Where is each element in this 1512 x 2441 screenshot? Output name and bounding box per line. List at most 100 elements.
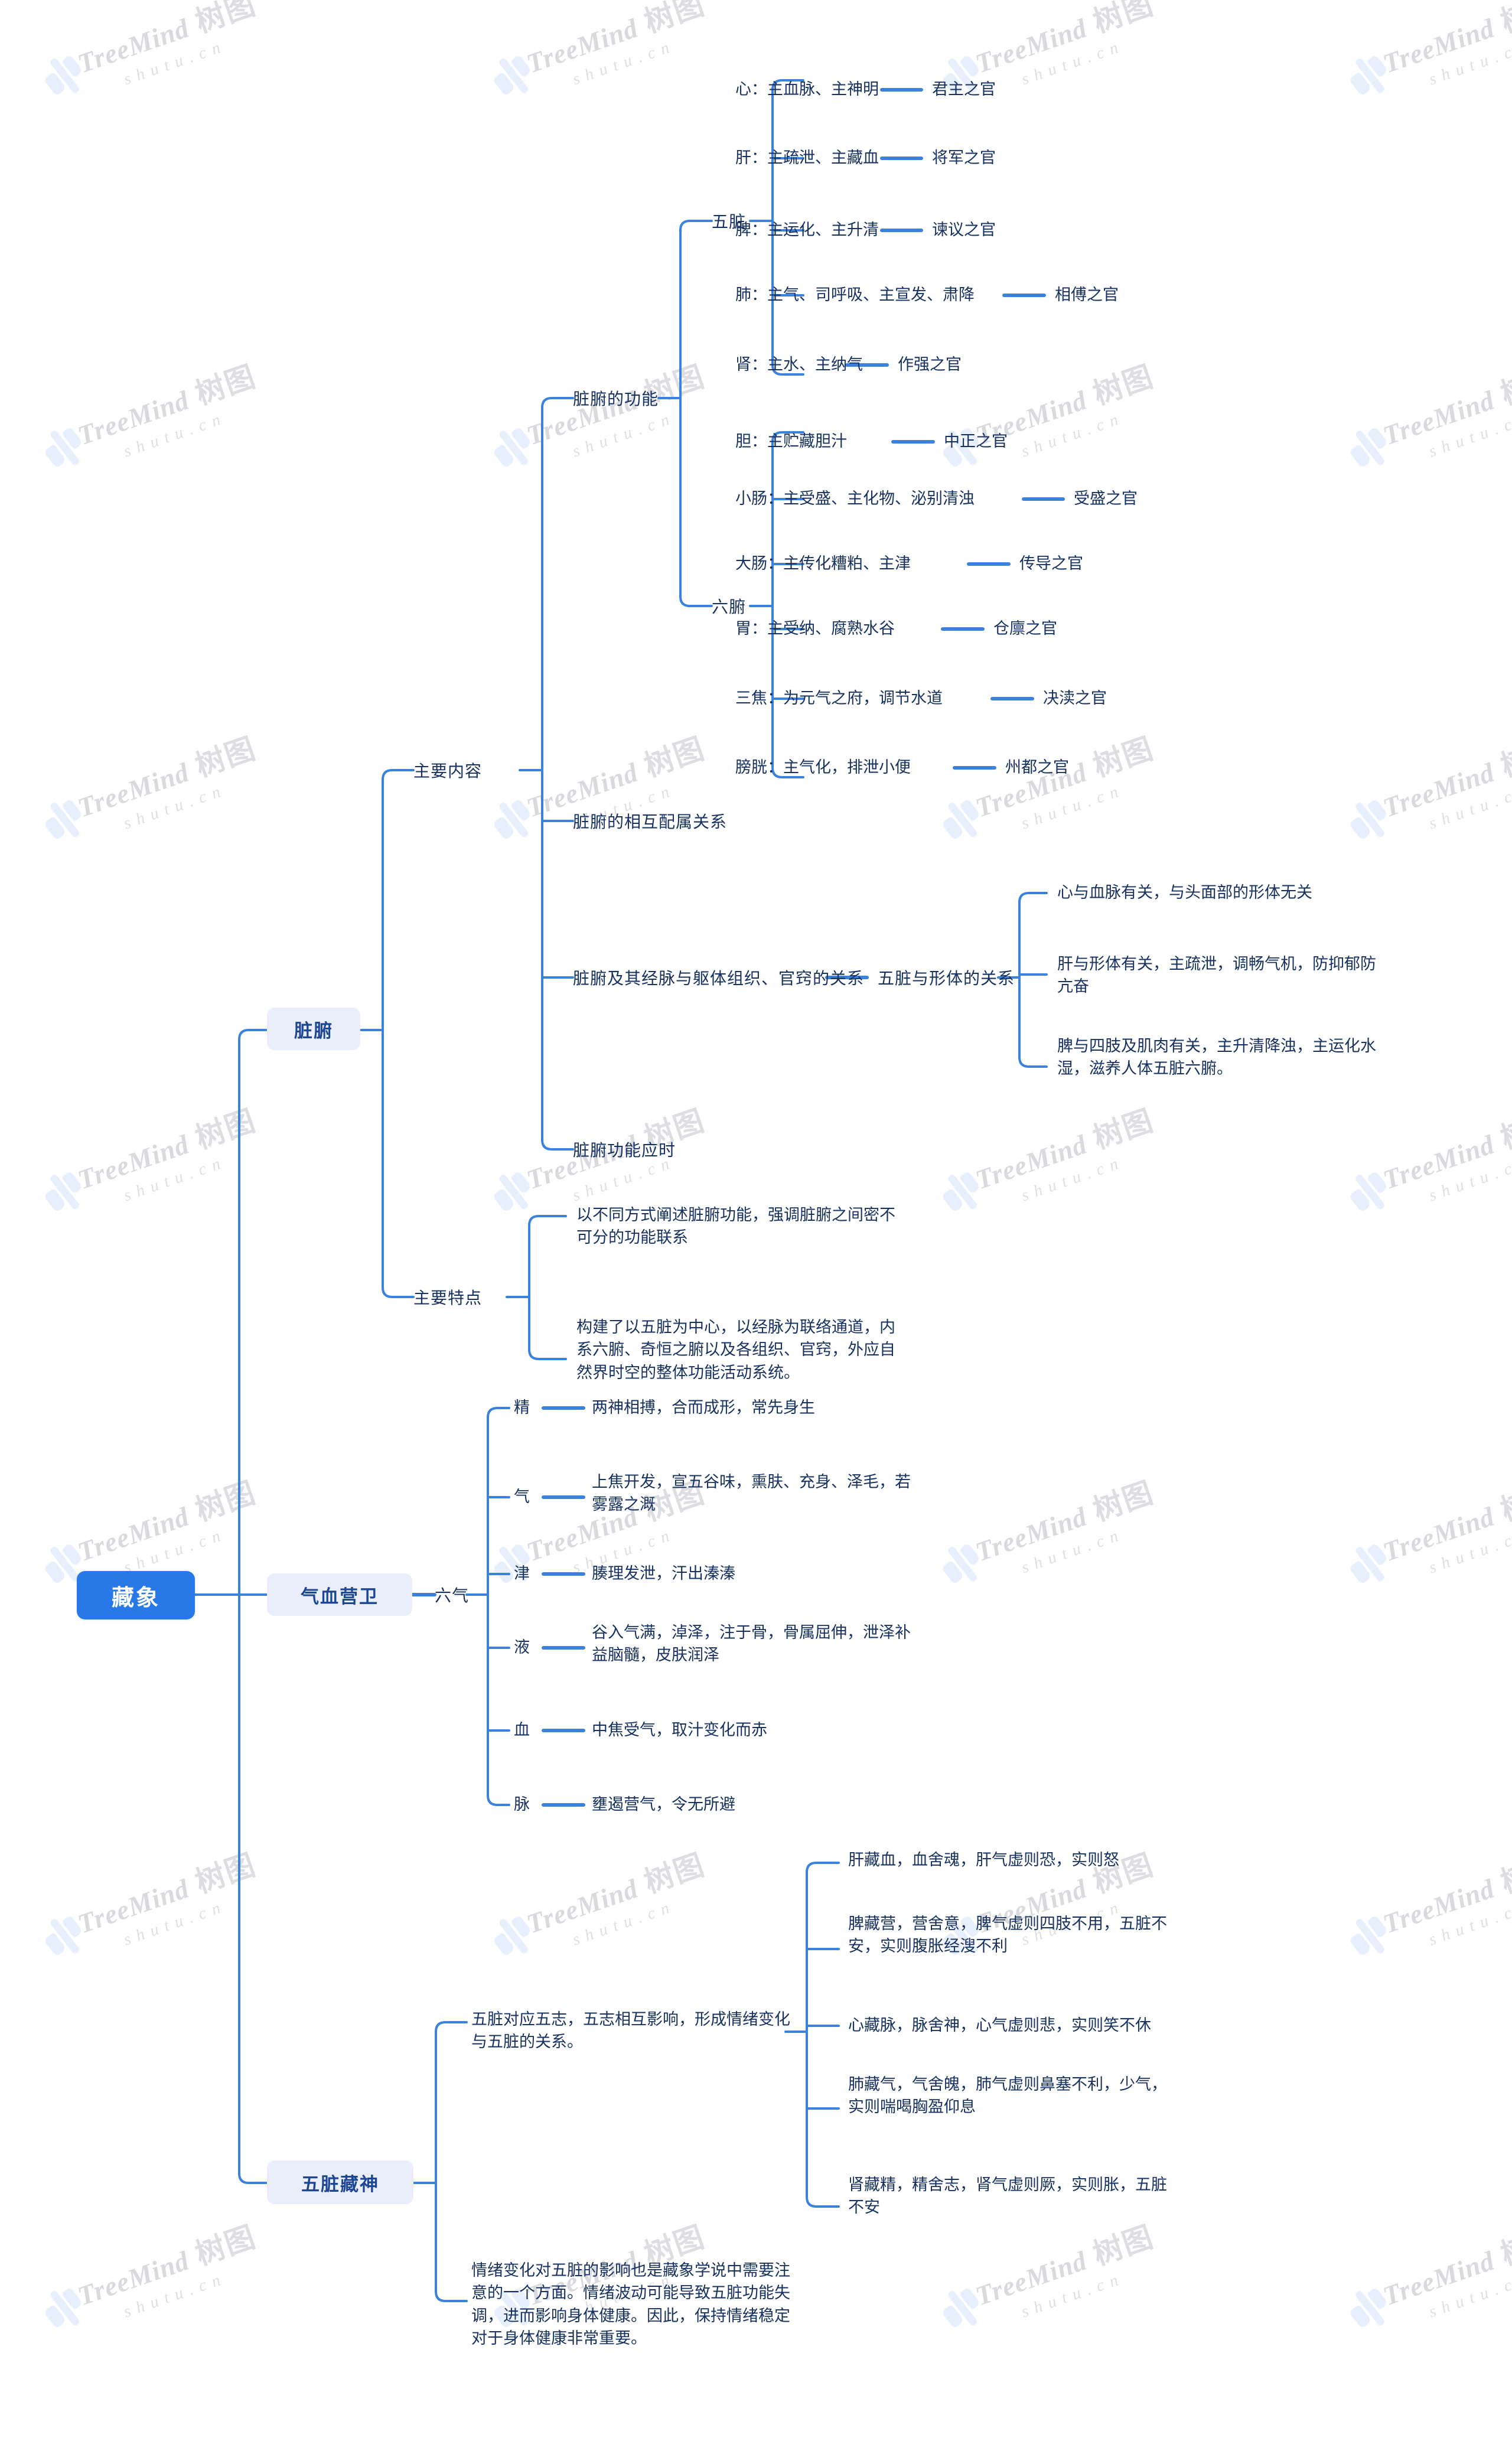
leaf-liuqi-qi-name[interactable]: 气 [514, 1485, 530, 1508]
node-seasonal[interactable]: 脏腑功能应时 [573, 1138, 676, 1161]
leaf-form-relation-xin[interactable]: 心与血脉有关，与头面部的形体无关 [1057, 881, 1435, 904]
leaf-cangshen-fei[interactable]: 肺藏气，气舍魄，肺气虚则鼻塞不利，少气， 实则喘喝胸盈仰息 [848, 2073, 1250, 2119]
cactus-icon [494, 428, 530, 467]
watermark-cn: 树图 [1496, 2220, 1512, 2271]
leaf-liufu-dan[interactable]: 胆：主贮藏胆汁 [735, 430, 847, 452]
leaf-liuqi-jin-desc[interactable]: 腠理发泄，汗出溱溱 [592, 1562, 958, 1585]
node-liuqi[interactable]: 六气 [435, 1583, 469, 1606]
cactus-icon [494, 1544, 530, 1583]
watermark-cn: 树图 [1496, 359, 1512, 411]
watermark-cn: 树图 [1080, 2220, 1158, 2274]
leaf-liuqi-qi-desc[interactable]: 上焦开发，宣五谷味，熏肤、充身、泽毛，若 雾露之溉 [592, 1471, 958, 1516]
watermark-cn: 树图 [631, 0, 709, 42]
leaf-wuzang-gan[interactable]: 肝：主疏泄、主藏血 [735, 146, 879, 169]
leaf-liuqi-jin-name[interactable]: 津 [514, 1562, 530, 1585]
leaf-liuqi-ye-desc[interactable]: 谷入气满，淖泽，注于骨，骨属屈伸，泄泽补 益脑髓，皮肤润泽 [592, 1621, 1005, 1667]
watermark-tile: TreeMind 树图 shutu.cn [1376, 1469, 1512, 1590]
leaf-wuzang-fei[interactable]: 肺：主气、司呼吸、主宣发、肃降 [735, 283, 975, 306]
cactus-icon [494, 800, 530, 839]
watermark-tile: TreeMind 树图 shutu.cn [969, 1469, 1165, 1590]
cactus-icon [1350, 1172, 1386, 1211]
leaf-liuqi-ye-name[interactable]: 液 [514, 1636, 530, 1658]
leaf-liufu-pangguang[interactable]: 膀胱：主气化，排泄小便 [735, 756, 911, 778]
leaf-wuzang-xin-official[interactable]: 君主之官 [932, 78, 996, 100]
watermark-tile: TreeMind 树图 shutu.cn [969, 725, 1165, 846]
leaf-wuzang-shen-official[interactable]: 作强之官 [898, 353, 962, 376]
watermark-cn: 树图 [182, 2220, 260, 2274]
leaf-liuqi-xue-desc[interactable]: 中焦受气，取汁变化而赤 [592, 1719, 958, 1741]
leaf-liuqi-mai-desc[interactable]: 壅遏营气，令无所避 [592, 1793, 958, 1816]
leaf-liufu-dachang[interactable]: 大肠：主传化糟粕、主津 [735, 552, 911, 575]
watermark-tile: TreeMind 树图 shutu.cn [71, 1097, 268, 1218]
watermark-tile: TreeMind 树图 shutu.cn [969, 2213, 1165, 2334]
leaf-cangshen-pi[interactable]: 脾藏营，营舍意，脾气虚则四肢不用，五脏不 安，实则腹胀经溲不利 [848, 1912, 1250, 1958]
root-node[interactable]: 藏象 [77, 1571, 195, 1619]
node-liufu[interactable]: 六腑 [712, 594, 746, 618]
watermark-cn: 树图 [1080, 359, 1158, 414]
watermark-sub: shutu.cn [1426, 36, 1512, 89]
leaf-cangshen-gan[interactable]: 肝藏血，血舍魂，肝气虚则恐，实则怒 [848, 1849, 1250, 1871]
leaf-liufu-sanjiao[interactable]: 三焦：为元气之府，调节水道 [735, 687, 943, 709]
leaf-liuqi-jing-desc[interactable]: 两神相搏，合而成形，常先身生 [592, 1396, 958, 1419]
leaf-form-relation-gan[interactable]: 肝与形体有关，主疏泄，调畅气机，防抑郁防 亢奋 [1057, 953, 1435, 998]
cactus-icon [943, 800, 979, 839]
leaf-liufu-dachang-official[interactable]: 传导之官 [1019, 552, 1083, 575]
cactus-icon [1350, 1917, 1386, 1955]
cactus-icon [1350, 428, 1386, 467]
leaf-liuqi-xue-name[interactable]: 血 [514, 1719, 530, 1741]
leaf-wuzang-gan-official[interactable]: 将军之官 [932, 146, 996, 169]
node-meridian-relation[interactable]: 脏腑及其经脉与躯体组织、官窍的关系 [573, 966, 864, 989]
leaf-liufu-pangguang-official[interactable]: 州都之官 [1005, 756, 1069, 778]
leaf-wuzang-pi[interactable]: 脾：主运化、主升清 [735, 219, 879, 241]
node-emotion-note[interactable]: 情绪变化对五脏的影响也是藏象学说中需要注 意的一个方面。情绪波动可能导致五脏功能… [471, 2259, 873, 2349]
watermark-tile: TreeMind 树图 shutu.cn [969, 353, 1165, 474]
cactus-icon [45, 2289, 81, 2327]
watermark-sub: shutu.cn [121, 1896, 229, 1950]
watermark-tile: TreeMind 树图 shutu.cn [71, 2213, 268, 2334]
leaf-liufu-sanjiao-official[interactable]: 决渎之官 [1043, 687, 1107, 709]
leaf-liufu-xiaochang-official[interactable]: 受盛之官 [1074, 487, 1138, 510]
leaf-liuqi-mai-name[interactable]: 脉 [514, 1793, 530, 1816]
watermark-brand: TreeMind [74, 1501, 193, 1567]
branch-node-qixueyingwei[interactable]: 气血营卫 [267, 1573, 412, 1616]
watermark-brand: TreeMind [74, 384, 193, 451]
watermark-brand: TreeMind [972, 12, 1091, 79]
watermark-brand: TreeMind [74, 1129, 193, 1195]
leaf-wuzang-shen[interactable]: 肾：主水、主纳气 [735, 353, 863, 376]
leaf-liufu-wei[interactable]: 胃：主受纳、腐熟水谷 [735, 617, 895, 640]
branch-node-zangfu[interactable]: 脏腑 [267, 1008, 360, 1050]
watermark-tile: TreeMind 树图 shutu.cn [520, 353, 716, 474]
watermark-sub: shutu.cn [1426, 408, 1512, 461]
leaf-main-feature-1[interactable]: 以不同方式阐述脏腑功能，强调脏腑之间密不 可分的功能联系 [576, 1204, 978, 1249]
node-main-content[interactable]: 主要内容 [413, 758, 482, 782]
leaf-liuqi-jing-name[interactable]: 精 [514, 1396, 530, 1419]
node-form-relation[interactable]: 五脏与形体的关系 [878, 966, 1015, 989]
cactus-icon [1350, 800, 1386, 839]
leaf-liufu-xiaochang[interactable]: 小肠：主受盛、主化物、泌别清浊 [735, 487, 975, 510]
leaf-form-relation-pi[interactable]: 脾与四肢及肌肉有关，主升清降浊，主运化水 湿，滋养人体五脏六腑。 [1057, 1035, 1435, 1080]
node-mutual-relation[interactable]: 脏腑的相互配属关系 [573, 809, 727, 833]
branch-node-wuzangcangshen[interactable]: 五脏藏神 [267, 2160, 413, 2204]
node-main-features[interactable]: 主要特点 [413, 1285, 482, 1309]
leaf-cangshen-xin[interactable]: 心藏脉，脉舍神，心气虚则悲，实则笑不休 [848, 2014, 1250, 2036]
watermark-sub: shutu.cn [121, 1152, 229, 1205]
watermark-brand: TreeMind [74, 12, 193, 79]
leaf-wuzang-pi-official[interactable]: 谏议之官 [932, 219, 996, 241]
watermark-sub: shutu.cn [1426, 1524, 1512, 1578]
watermark-cn: 树图 [1496, 1103, 1512, 1155]
watermark-cn: 树图 [182, 731, 260, 786]
leaf-cangshen-shen[interactable]: 肾藏精，精舍志，肾气虚则厥，实则胀，五脏 不安 [848, 2173, 1250, 2219]
leaf-liufu-dan-official[interactable]: 中正之官 [944, 430, 1008, 452]
watermark-cn: 树图 [1496, 731, 1512, 783]
watermark-tile: TreeMind 树图 shutu.cn [520, 0, 716, 102]
leaf-main-feature-2[interactable]: 构建了以五脏为中心，以经脉为联络通道，内 系六腑、奇恒之腑以及各组织、官窍，外应… [576, 1316, 990, 1384]
node-wuzhi-relation[interactable]: 五脏对应五志，五志相互影响，形成情绪变化 与五脏的关系。 [471, 2008, 861, 2054]
leaf-wuzang-fei-official[interactable]: 相傅之官 [1055, 283, 1119, 306]
watermark-sub: shutu.cn [121, 408, 229, 461]
leaf-wuzang-xin[interactable]: 心：主血脉、主神明 [735, 78, 879, 100]
watermark-brand: TreeMind [523, 12, 642, 79]
watermark-brand: TreeMind [1379, 384, 1498, 451]
node-organ-function[interactable]: 脏腑的功能 [573, 386, 659, 410]
watermark-brand: TreeMind [972, 2245, 1091, 2312]
leaf-liufu-wei-official[interactable]: 仓廪之官 [993, 617, 1057, 640]
